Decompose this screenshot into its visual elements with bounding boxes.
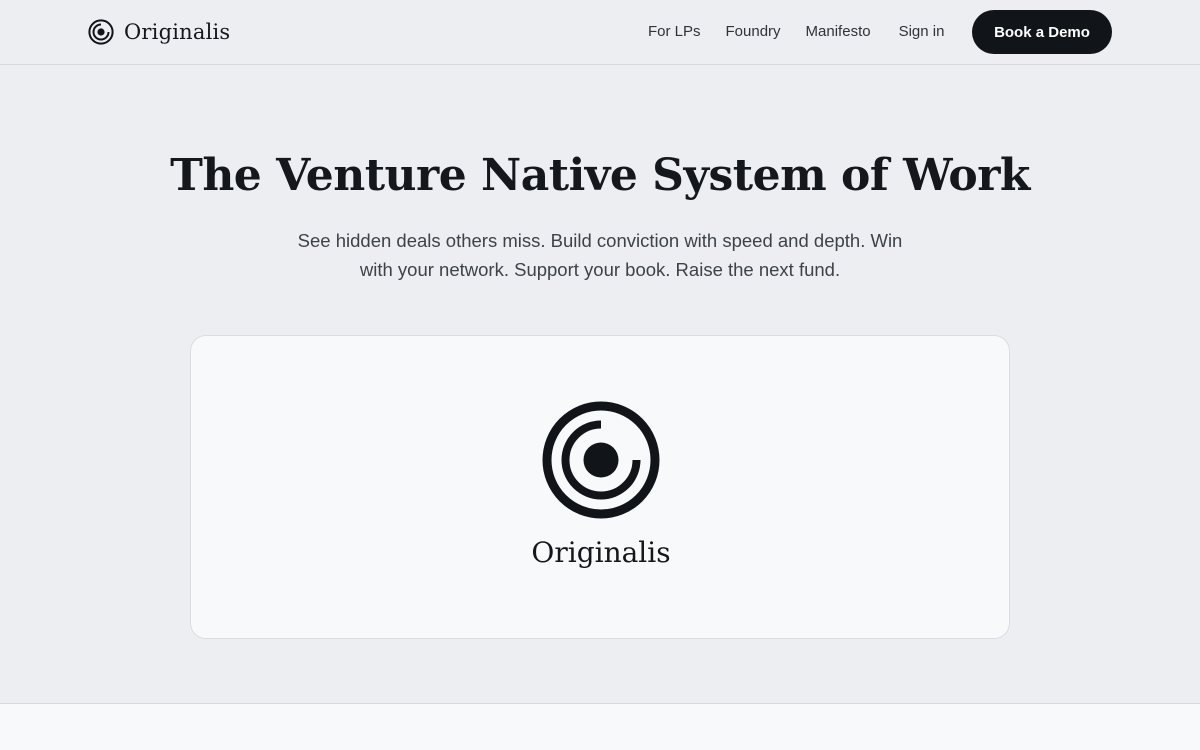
top-navbar: Originalis For LPs Foundry Manifesto Sig… bbox=[0, 0, 1200, 65]
hero-subtitle: See hidden deals others miss. Build conv… bbox=[297, 230, 903, 280]
concentric-circle-logo-icon bbox=[88, 19, 114, 45]
showcase-brand-name: Originalis bbox=[531, 536, 671, 569]
brand-name: Originalis bbox=[124, 20, 231, 44]
brand-logo-link[interactable]: Originalis bbox=[88, 18, 230, 46]
nav-link-manifesto[interactable]: Manifesto bbox=[806, 23, 871, 40]
concentric-circle-logo-icon bbox=[541, 400, 661, 520]
book-demo-button[interactable]: Book a Demo bbox=[972, 10, 1112, 54]
nav-link-foundry[interactable]: Foundry bbox=[726, 23, 781, 40]
hero-title: The Venture Native System of Work bbox=[170, 150, 1030, 201]
next-section-band bbox=[0, 703, 1200, 750]
sign-in-link[interactable]: Sign in bbox=[899, 23, 945, 40]
nav-link-for-lps[interactable]: For LPs bbox=[648, 23, 701, 40]
main-nav: For LPs Foundry Manifesto Sign in bbox=[648, 20, 944, 42]
showcase-card: Originalis bbox=[190, 335, 1010, 639]
